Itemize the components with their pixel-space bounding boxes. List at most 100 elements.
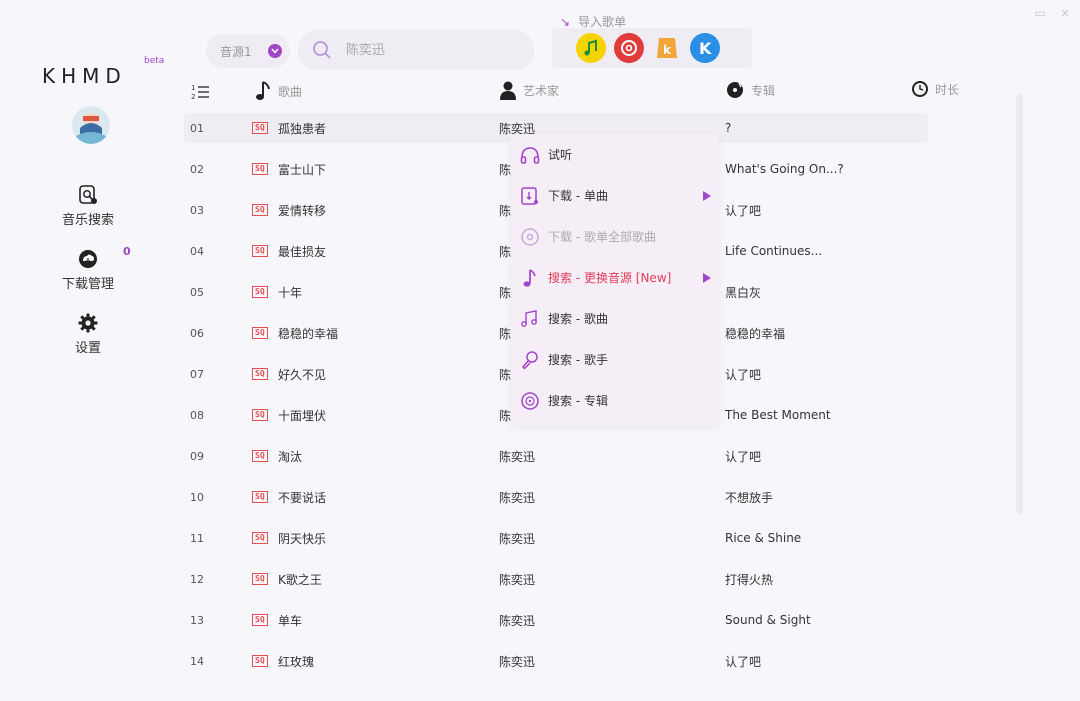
sq-quality-badge: SQ [252,450,268,462]
album-name[interactable]: Rice & Shine [725,531,801,545]
download-count-badge: 0 [123,245,131,258]
table-header: 1 2 歌曲 艺术家 专辑 时长 [0,80,1080,106]
disc-icon [521,227,539,246]
song-column-header[interactable]: 歌曲 [254,80,302,102]
submenu-arrow-icon [703,272,711,283]
song-title: 单车 [278,613,303,628]
sidebar-item-settings[interactable]: 设置 [48,312,128,356]
table-row[interactable]: 09 SQ 淘汰 陈奕迅 认了吧 [184,441,928,471]
menu-item-download-all[interactable]: 下载 - 歌单全部歌曲 [511,216,719,257]
artist-name[interactable]: 陈 [499,407,511,424]
music-notes-icon [521,309,537,327]
svg-text:K: K [699,39,712,58]
sidebar-item-download-manager[interactable]: 下载管理 [48,248,128,292]
artist-name[interactable]: 陈奕迅 [499,612,535,629]
album-name[interactable]: 认了吧 [725,202,761,219]
artist-name[interactable]: 陈奕迅 [499,448,535,465]
netease-music-icon[interactable] [614,33,644,63]
menu-item-download-song[interactable]: 下载 - 单曲 [511,175,719,216]
microphone-icon [521,350,538,370]
qq-music-icon[interactable] [576,33,606,63]
context-menu: 试听 下载 - 单曲 下载 - 歌单全部歌曲 搜索 - 更换音源 [New] 搜… [511,134,719,426]
import-playlist-bar: k K [552,28,752,68]
gear-icon [78,313,98,333]
artist-column-header[interactable]: 艺术家 [499,80,559,100]
kuwo-music-icon[interactable]: k [652,33,682,63]
artist-name[interactable]: 陈奕迅 [499,571,535,588]
artist-name[interactable]: 陈奕迅 [499,530,535,547]
album-name[interactable]: ? [725,121,731,135]
album-name[interactable]: 认了吧 [725,366,761,383]
minimize-button[interactable]: ▭ [1035,6,1046,20]
kugou-music-icon[interactable]: K [690,33,720,63]
music-note-icon [256,81,270,100]
search-icon [313,41,331,59]
table-row[interactable]: 11 SQ 阴天快乐 陈奕迅 Rice & Shine [184,523,928,553]
source-select[interactable]: 音源1 [206,34,290,68]
beta-badge: beta [144,56,165,66]
clock-icon [912,81,928,97]
table-row[interactable]: 10 SQ 不要说话 陈奕迅 不想放手 [184,482,928,512]
song-title: 十面埋伏 [278,408,327,423]
duration-column-header[interactable]: 时长 [911,80,959,98]
artist-name[interactable]: 陈 [499,366,511,383]
svg-text:k: k [663,43,672,57]
artist-name[interactable]: 陈 [499,325,511,342]
song-title: 最佳损友 [278,244,327,259]
album-name[interactable]: 打得火热 [725,571,773,588]
search-box[interactable] [298,30,534,70]
table-row[interactable]: 14 SQ 红玫瑰 陈奕迅 认了吧 [184,646,928,676]
album-name[interactable]: 不想放手 [725,489,773,506]
sq-quality-badge: SQ [252,614,268,626]
sq-quality-badge: SQ [252,532,268,544]
song-title: 不要说话 [278,490,327,505]
sq-quality-badge: SQ [252,327,268,339]
artist-name[interactable]: 陈 [499,161,511,178]
avatar[interactable] [72,106,110,144]
album-name[interactable]: 认了吧 [725,448,761,465]
artist-name[interactable]: 陈 [499,243,511,260]
index-column-header[interactable]: 1 2 [190,82,210,102]
sidebar-item-label: 设置 [74,341,101,356]
album-name[interactable]: What's Going On...? [725,162,844,176]
album-name[interactable]: Life Continues... [725,244,822,258]
table-row[interactable]: 13 SQ 单车 陈奕迅 Sound & Sight [184,605,928,635]
menu-item-preview[interactable]: 试听 [511,134,719,175]
album-name[interactable]: 认了吧 [725,653,761,670]
artist-name[interactable]: 陈 [499,284,511,301]
artist-name[interactable]: 陈 [499,202,511,219]
scrollbar[interactable] [1016,94,1023,514]
sq-quality-badge: SQ [252,122,268,134]
submenu-arrow-icon [703,190,711,201]
song-title: 孤独患者 [278,121,327,136]
song-title: 淘汰 [278,449,303,464]
menu-item-search-artist[interactable]: 搜索 - 歌手 [511,339,719,380]
menu-item-search-album[interactable]: 搜索 - 专辑 [511,380,719,421]
song-title: 富士山下 [278,162,327,177]
search-input[interactable] [346,42,506,58]
sidebar-item-music-search[interactable]: 音乐搜索 [48,184,128,228]
menu-item-search-song[interactable]: 搜索 - 歌曲 [511,298,719,339]
album-icon [521,391,539,410]
avatar-image-icon [72,106,110,144]
album-column-header[interactable]: 专辑 [725,80,775,100]
headphones-icon [520,146,540,164]
sidebar-item-label: 下载管理 [61,277,114,292]
table-row[interactable]: 12 SQ K歌之王 陈奕迅 打得火热 [184,564,928,594]
sidebar-item-label: 音乐搜索 [61,213,114,228]
album-name[interactable]: Sound & Sight [725,613,811,627]
song-title: 红玫瑰 [278,654,315,669]
sq-quality-badge: SQ [252,245,268,257]
sq-quality-badge: SQ [252,286,268,298]
menu-item-change-source[interactable]: 搜索 - 更换音源 [New] [511,257,719,298]
song-title: 好久不见 [278,367,327,382]
close-button[interactable]: ⨯ [1060,6,1070,20]
person-icon [500,81,516,100]
artist-name[interactable]: 陈奕迅 [499,653,535,670]
disc-icon [727,82,743,98]
sq-quality-badge: SQ [252,573,268,585]
artist-name[interactable]: 陈奕迅 [499,489,535,506]
album-name[interactable]: 黑白灰 [725,284,761,301]
album-name[interactable]: 稳稳的幸福 [725,325,785,342]
album-name[interactable]: The Best Moment [725,408,831,422]
